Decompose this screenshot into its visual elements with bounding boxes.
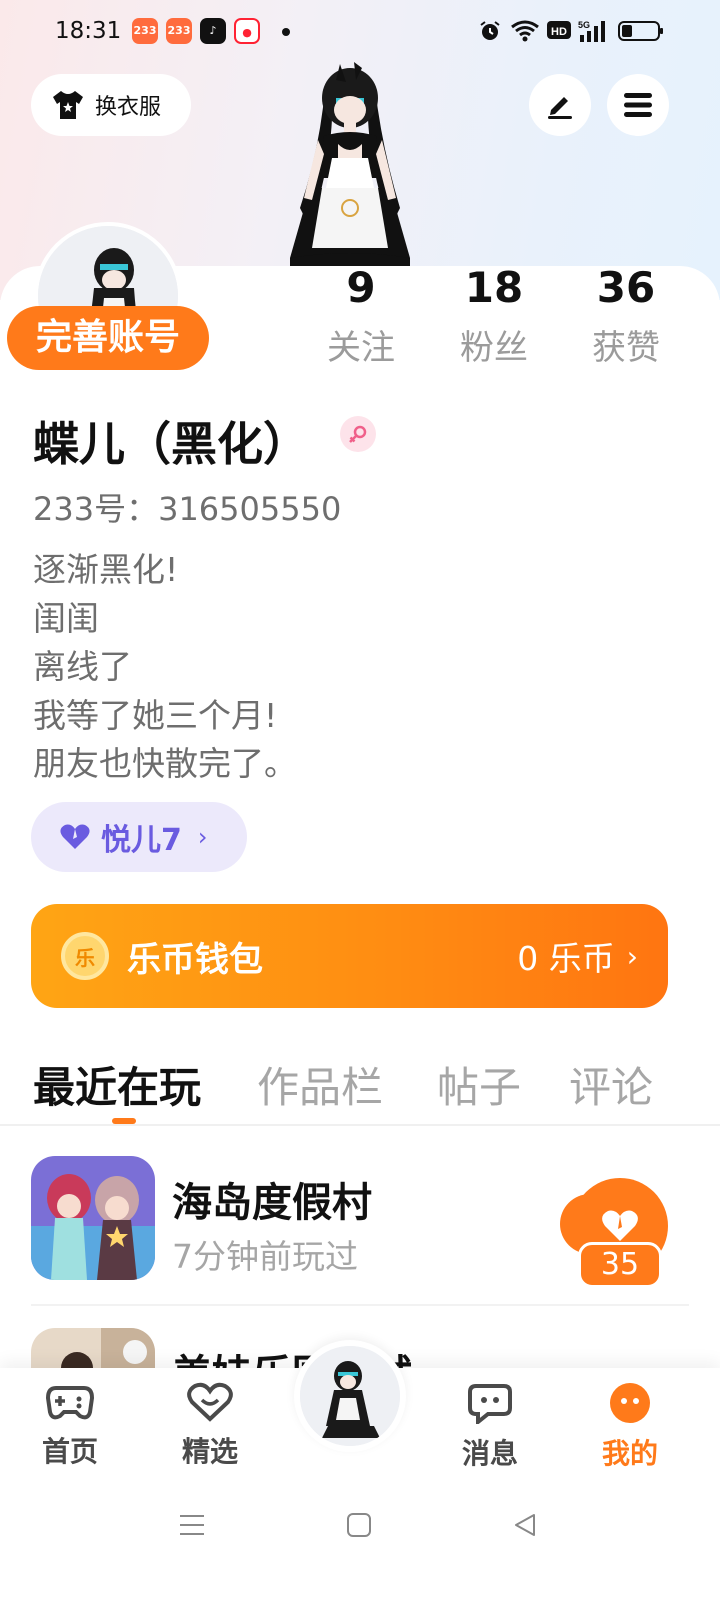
game-list-item[interactable]: 海岛度假村 7分钟前玩过 35	[0, 1156, 720, 1334]
bio-line: 朋友也快散完了。	[33, 744, 297, 783]
change-outfit-label: 换衣服	[95, 95, 162, 120]
message-icon	[468, 1384, 512, 1427]
divider	[0, 1124, 720, 1126]
svg-text:HD: HD	[551, 26, 567, 38]
nav-me[interactable]: 我的	[580, 1382, 680, 1472]
bio-line: 闺闺	[33, 598, 99, 638]
center-avatar-button[interactable]	[294, 1340, 406, 1452]
nav-home[interactable]: 首页	[20, 1382, 120, 1470]
back-icon[interactable]	[512, 1512, 538, 1538]
stat-fans-label: 粉丝	[460, 328, 528, 368]
stat-following-label: 关注	[327, 328, 395, 368]
avatar-image	[300, 1346, 400, 1446]
battery-icon	[618, 21, 663, 41]
status-bar: 18:31 233 233 ♪ ● HD 5G	[0, 0, 720, 64]
friend-tag-button[interactable]: 悦儿7 ›	[31, 802, 247, 872]
avatar-character-figure[interactable]	[270, 58, 430, 270]
edit-profile-button[interactable]	[529, 74, 591, 136]
stat-likes[interactable]: 36 获赞	[566, 262, 686, 369]
nav-messages[interactable]: 消息	[440, 1382, 540, 1472]
wallet-title: 乐币钱包	[127, 939, 263, 980]
heart-icon	[602, 1210, 638, 1241]
stat-following-value: 9	[346, 263, 376, 312]
tab-posts[interactable]: 帖子	[437, 1054, 521, 1115]
stat-likes-label: 获赞	[592, 328, 660, 368]
pen-icon	[548, 97, 572, 119]
gamepad-icon	[45, 1386, 95, 1420]
complete-account-button[interactable]: 完善账号	[7, 306, 209, 370]
app-233-icon: 233	[132, 18, 158, 44]
nav-messages-label: 消息	[461, 1437, 518, 1470]
female-gender-icon	[340, 416, 376, 452]
friend-tag-label: 悦儿7	[101, 823, 182, 858]
nav-featured-label: 精选	[181, 1435, 238, 1468]
bio-line: 逐渐黑化!	[33, 550, 179, 589]
home-button-icon[interactable]	[346, 1512, 372, 1538]
signal-5g-icon: 5G	[578, 20, 605, 42]
game-title: 海岛度假村	[172, 1180, 372, 1226]
tab-comments[interactable]: 评论	[569, 1054, 653, 1115]
user-id: 233号：316505550	[33, 490, 342, 528]
stat-fans-value: 18	[464, 263, 524, 312]
alarm-icon	[480, 21, 500, 40]
app-233-icon: 233	[166, 18, 192, 44]
profile-nickname: 蝶儿（黑化）	[33, 417, 309, 471]
notification-dot-icon	[282, 28, 290, 36]
stat-likes-value: 36	[596, 263, 656, 312]
tab-works[interactable]: 作品栏	[257, 1054, 383, 1115]
bio-line: 离线了	[33, 647, 132, 686]
wallet-banner[interactable]: 乐 乐币钱包 0 乐币 ›	[31, 904, 668, 1008]
chevron-right-icon: ›	[197, 823, 208, 851]
divider	[31, 1304, 689, 1306]
tshirt-icon	[53, 91, 83, 119]
stat-following[interactable]: 9 关注	[301, 262, 421, 369]
wifi-icon	[511, 20, 539, 42]
coin-icon: 乐	[61, 932, 109, 980]
bio-line: 我等了她三个月!	[33, 695, 278, 735]
profile-bio: 逐渐黑化! 闺闺 离线了 我等了她三个月! 朋友也快散完了。	[33, 546, 297, 789]
svg-text:5G: 5G	[578, 20, 590, 30]
nav-home-label: 首页	[41, 1435, 98, 1468]
wallet-amount: 0 乐币	[517, 939, 615, 978]
menu-button[interactable]	[607, 74, 669, 136]
system-navigation-bar	[0, 1482, 720, 1612]
game-like-count: 35	[578, 1242, 662, 1288]
tiktok-icon: ♪	[200, 18, 226, 44]
profile-dots-icon	[610, 1383, 650, 1423]
hd-icon: HD	[547, 21, 571, 39]
game-like-button[interactable]: 35	[560, 1178, 670, 1290]
menu-icon	[624, 93, 652, 117]
change-outfit-button[interactable]: 换衣服	[31, 74, 191, 136]
game-thumbnail	[31, 1156, 155, 1280]
recent-apps-icon[interactable]	[178, 1512, 206, 1538]
nav-featured[interactable]: 精选	[160, 1382, 260, 1470]
status-time: 18:31	[55, 18, 122, 44]
app-red-icon: ●	[234, 18, 260, 44]
nav-me-label: 我的	[601, 1437, 658, 1470]
tab-recent-play[interactable]: 最近在玩	[33, 1054, 201, 1115]
stat-fans[interactable]: 18 粉丝	[434, 262, 554, 369]
heart-icon	[60, 824, 90, 849]
game-last-played: 7分钟前玩过	[172, 1237, 358, 1276]
heart-outline-icon	[187, 1382, 233, 1422]
chevron-right-icon: ›	[626, 939, 638, 973]
